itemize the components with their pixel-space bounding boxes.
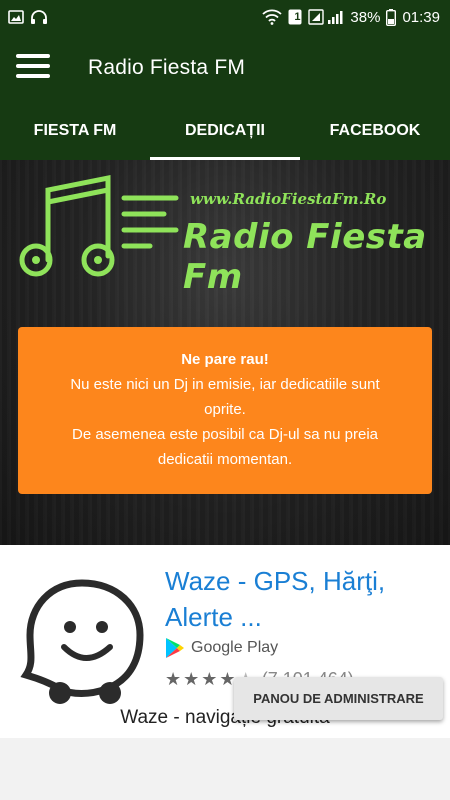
star-icon: ★: [165, 669, 182, 689]
ad-title-line-2: Alerte ...: [165, 602, 262, 632]
clock: 01:39: [402, 8, 440, 26]
notice-line-2: oprite.: [204, 401, 246, 418]
wifi-icon: [262, 9, 283, 25]
admin-panel-button[interactable]: PANOU DE ADMINISTRARE: [234, 677, 443, 720]
ad-title[interactable]: Waze - GPS, Hărţi, Alerte ...: [165, 563, 425, 635]
google-play-icon: [166, 638, 184, 658]
app-bar: Radio Fiesta FM: [0, 34, 450, 102]
ad-title-line-1: Waze - GPS, Hărţi,: [165, 566, 386, 596]
status-bar: 1 38% 01:39: [0, 0, 450, 34]
headphones-icon: [30, 9, 48, 25]
notice-title: Ne pare rau!: [181, 351, 269, 368]
waze-icon: [20, 579, 144, 704]
image-icon: [8, 10, 24, 24]
menu-icon: [16, 53, 50, 84]
logo-name: Radio Fiesta Fm: [183, 217, 427, 297]
signal-icon: [308, 9, 344, 25]
google-play-badge: Google Play: [165, 637, 278, 659]
hero-banner: www.RadioFiestaFm.Ro Radio Fiesta Fm Ne …: [0, 160, 450, 545]
tab-facebook[interactable]: FACEBOOK: [300, 102, 450, 160]
tab-dedicatii[interactable]: DEDICAȚII: [150, 102, 300, 160]
dj-offline-notice: Ne pare rau! Nu este nici un Dj in emisi…: [18, 327, 432, 494]
battery-percent: 38%: [350, 8, 381, 26]
notification-count: 1: [294, 11, 301, 23]
battery-icon: [386, 8, 397, 26]
star-icon: ★: [183, 669, 200, 689]
notice-line-4: dedicatii momentan.: [157, 451, 293, 468]
store-name: Google Play: [191, 639, 279, 656]
tab-fiesta-fm[interactable]: FIESTA FM: [0, 102, 150, 160]
app-title: Radio Fiesta FM: [88, 56, 246, 79]
menu-button[interactable]: [0, 34, 68, 102]
notice-line-3: De asemenea este posibil ca Dj-ul sa nu …: [72, 426, 378, 443]
star-icon: ★: [201, 669, 218, 689]
bottom-area: [0, 738, 450, 800]
notice-line-1: Nu este nici un Dj in emisie, iar dedica…: [70, 376, 380, 393]
tab-bar: FIESTA FM DEDICAȚII FACEBOOK: [0, 102, 450, 160]
logo-url: www.RadioFiestaFm.Ro: [190, 190, 387, 208]
